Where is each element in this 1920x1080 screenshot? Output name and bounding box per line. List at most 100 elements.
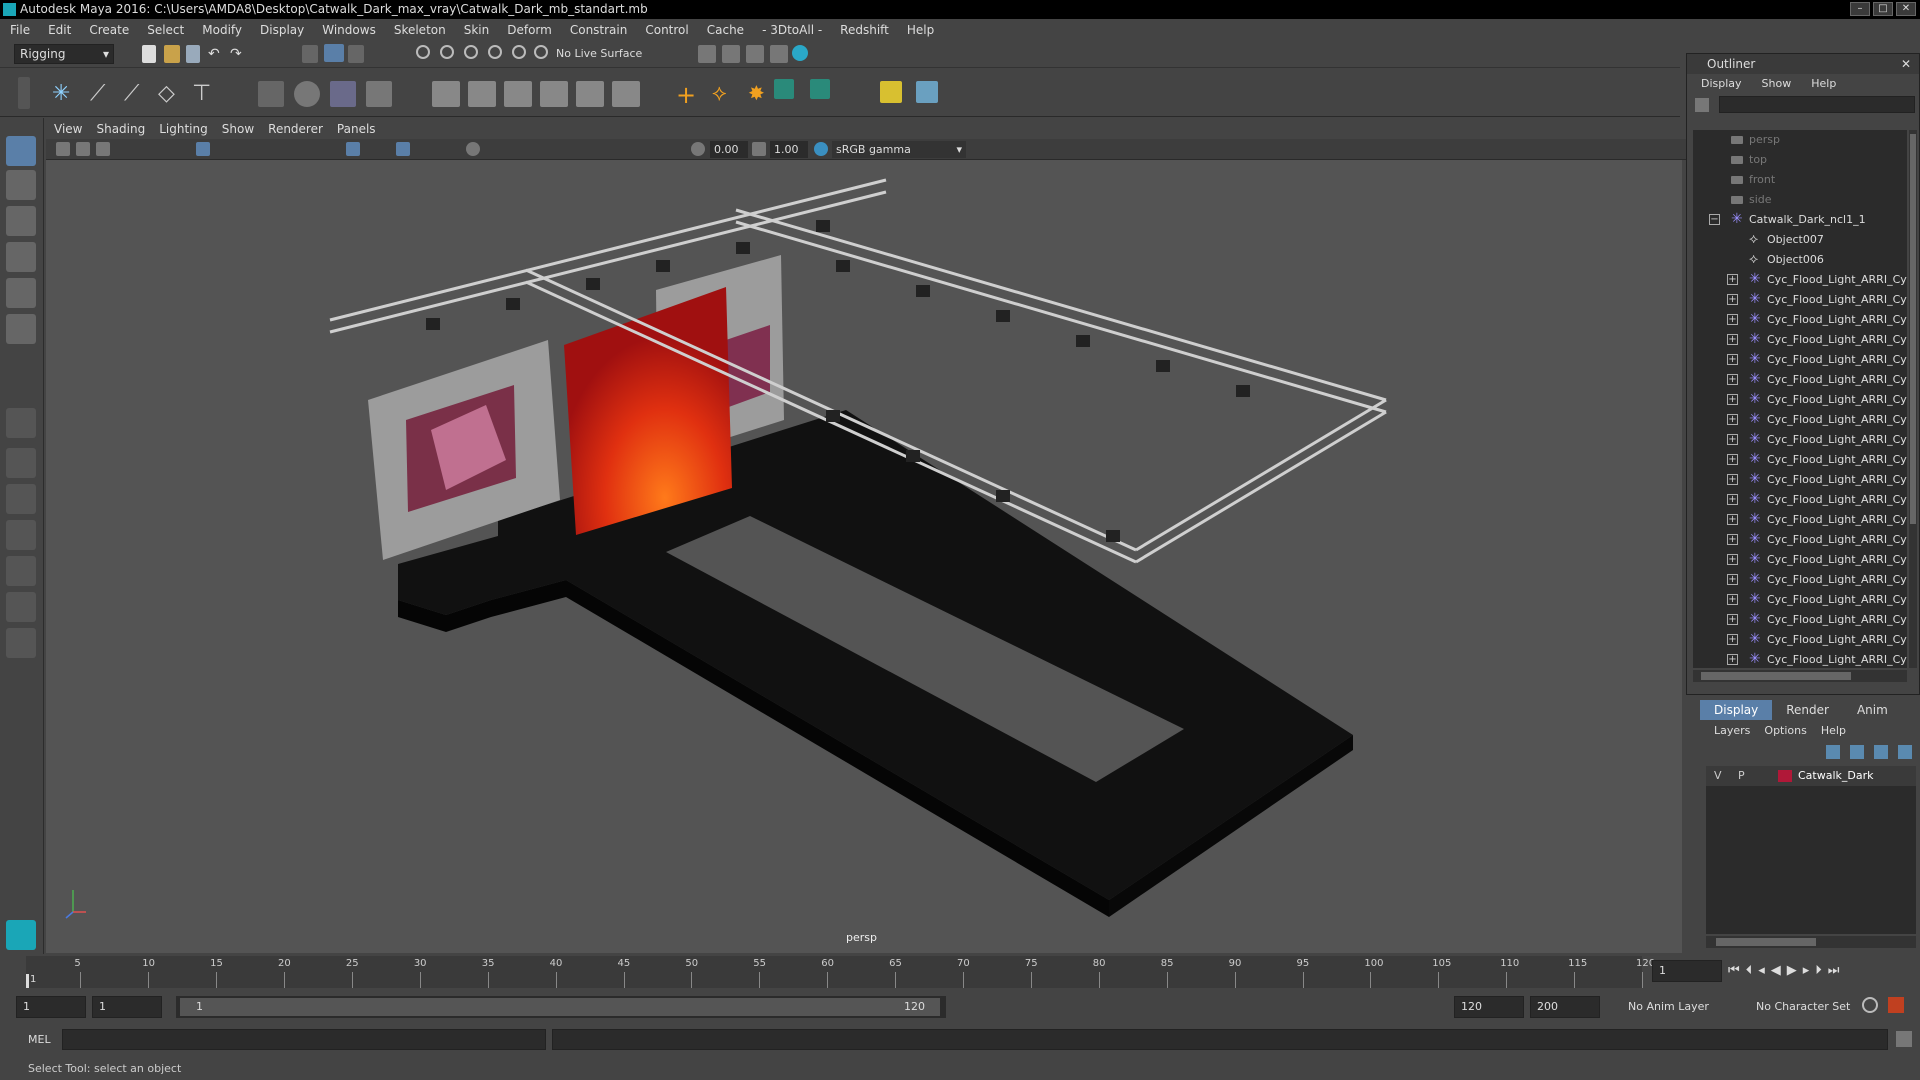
gamma-field[interactable]: 1.00 bbox=[770, 141, 808, 158]
step-forward-frame-icon[interactable]: ▸ bbox=[1803, 963, 1810, 978]
menu-redshift[interactable]: Redshift bbox=[840, 23, 889, 37]
bookmark-icon[interactable] bbox=[96, 142, 110, 156]
go-to-start-icon[interactable]: ⏮ bbox=[1728, 963, 1740, 978]
menu-deform[interactable]: Deform bbox=[507, 23, 552, 37]
outliner-menu-display[interactable]: Display bbox=[1701, 74, 1742, 94]
layer-tab-render[interactable]: Render bbox=[1772, 700, 1843, 720]
outliner-item-light[interactable]: + ✳ Cyc_Flood_Light_ARRI_Cy bbox=[1693, 310, 1907, 330]
layer-h-scrollbar[interactable] bbox=[1706, 936, 1916, 948]
outliner-item-light[interactable]: + ✳ Cyc_Flood_Light_ARRI_Cy bbox=[1693, 370, 1907, 390]
command-language-label[interactable]: MEL bbox=[28, 1033, 51, 1046]
layer-menu-help[interactable]: Help bbox=[1821, 720, 1846, 742]
panel-menu-shading[interactable]: Shading bbox=[96, 122, 145, 136]
outliner-item-light[interactable]: + ✳ Cyc_Flood_Light_ARRI_Cy bbox=[1693, 390, 1907, 410]
hypershade-layout-icon[interactable] bbox=[6, 556, 36, 586]
camera-attributes-icon[interactable] bbox=[76, 142, 90, 156]
outliner-menu-show[interactable]: Show bbox=[1762, 74, 1792, 94]
live-surface-label[interactable]: No Live Surface bbox=[556, 47, 642, 60]
component-editor-icon[interactable] bbox=[916, 81, 938, 103]
menu-select[interactable]: Select bbox=[147, 23, 184, 37]
undo-icon[interactable]: ↶ bbox=[208, 46, 224, 64]
color-management-icon[interactable] bbox=[814, 142, 828, 156]
outliner-item-top[interactable]: top bbox=[1693, 150, 1907, 170]
ik-handle-icon[interactable]: ⟋ bbox=[90, 81, 114, 106]
snap-surface-icon[interactable] bbox=[512, 45, 526, 59]
anim-layer-dropdown[interactable]: No Anim Layer bbox=[1628, 1000, 1709, 1013]
locator-icon[interactable]: + bbox=[676, 81, 702, 109]
maya-home-icon[interactable] bbox=[6, 920, 36, 950]
point-constraint-icon[interactable] bbox=[432, 81, 460, 107]
menu-help[interactable]: Help bbox=[907, 23, 934, 37]
menu-control[interactable]: Control bbox=[645, 23, 688, 37]
expand-icon[interactable]: + bbox=[1727, 574, 1738, 585]
outliner-layout-icon[interactable] bbox=[6, 592, 36, 622]
time-slider[interactable]: 1 5 10 15 20 25 30 35 40 45 50 55 60 65 70 75 80 85 90 95 1… bbox=[0, 954, 1920, 990]
outliner-filter-icon[interactable] bbox=[1695, 98, 1709, 112]
outliner-item-light[interactable]: + ✳ Cyc_Flood_Light_ARRI_Cy bbox=[1693, 610, 1907, 630]
collapse-icon[interactable]: − bbox=[1709, 214, 1720, 225]
persp-graph-layout-icon[interactable] bbox=[6, 520, 36, 550]
maximize-button[interactable]: □ bbox=[1873, 2, 1893, 16]
outliner-item-light[interactable]: + ✳ Cyc_Flood_Light_ARRI_Cy bbox=[1693, 270, 1907, 290]
select-component-icon[interactable] bbox=[348, 45, 364, 63]
shelf-tab-icon[interactable] bbox=[18, 77, 30, 109]
open-scene-icon[interactable] bbox=[164, 45, 180, 63]
layer-menu-layers[interactable]: Layers bbox=[1714, 720, 1750, 742]
layer-row[interactable]: V P Catwalk_Dark bbox=[1706, 766, 1916, 786]
move-tool-icon[interactable] bbox=[6, 242, 36, 272]
outliner-item-light[interactable]: + ✳ Cyc_Flood_Light_ARRI_Cy bbox=[1693, 650, 1907, 668]
gamma-icon[interactable] bbox=[752, 142, 766, 156]
custom-layout-icon[interactable] bbox=[6, 628, 36, 658]
redo-icon[interactable]: ↷ bbox=[230, 46, 246, 64]
exposure-field[interactable]: 0.00 bbox=[710, 141, 748, 158]
expand-icon[interactable]: + bbox=[1727, 434, 1738, 445]
hik-skeleton-icon[interactable]: ✸ bbox=[748, 81, 774, 107]
render-view-icon[interactable] bbox=[698, 45, 716, 63]
menu-create[interactable]: Create bbox=[89, 23, 129, 37]
outliner-search-input[interactable] bbox=[1719, 96, 1915, 113]
layer-color-swatch[interactable] bbox=[1778, 770, 1792, 782]
anim-prefs-icon[interactable] bbox=[1888, 997, 1904, 1013]
playback-end-field[interactable]: 120 bbox=[1454, 996, 1524, 1018]
outliner-item-side[interactable]: side bbox=[1693, 190, 1907, 210]
mirror-joint-icon[interactable]: ◇ bbox=[158, 81, 182, 106]
play-forward-icon[interactable]: ▶ bbox=[1787, 963, 1797, 978]
expand-icon[interactable]: + bbox=[1727, 374, 1738, 385]
rig-tool-2-icon[interactable] bbox=[810, 79, 830, 99]
expand-icon[interactable]: + bbox=[1727, 454, 1738, 465]
render-frame-icon[interactable] bbox=[722, 45, 740, 63]
expand-icon[interactable]: + bbox=[1727, 334, 1738, 345]
start-time-field[interactable]: 1 bbox=[16, 996, 86, 1018]
expand-icon[interactable]: + bbox=[1727, 414, 1738, 425]
rotate-tool-icon[interactable] bbox=[6, 278, 36, 308]
outliner-item-light[interactable]: + ✳ Cyc_Flood_Light_ARRI_Cy bbox=[1693, 510, 1907, 530]
lasso-tool-icon[interactable] bbox=[6, 170, 36, 200]
layer-visibility-toggle[interactable]: V bbox=[1714, 769, 1722, 782]
expand-icon[interactable]: + bbox=[1727, 494, 1738, 505]
step-forward-key-icon[interactable]: ⏵ bbox=[1815, 963, 1822, 978]
outliner-item-light[interactable]: + ✳ Cyc_Flood_Light_ARRI_Cy bbox=[1693, 410, 1907, 430]
outliner-item-light[interactable]: + ✳ Cyc_Flood_Light_ARRI_Cy bbox=[1693, 530, 1907, 550]
panel-menu-show[interactable]: Show bbox=[222, 122, 254, 136]
smooth-bind-icon[interactable] bbox=[294, 81, 320, 107]
snap-grid-icon[interactable] bbox=[416, 45, 430, 59]
move-layer-down-icon[interactable] bbox=[1850, 745, 1864, 759]
expand-icon[interactable]: + bbox=[1727, 654, 1738, 665]
menu-modify[interactable]: Modify bbox=[202, 23, 242, 37]
save-scene-icon[interactable] bbox=[186, 45, 200, 63]
outliner-item-front[interactable]: front bbox=[1693, 170, 1907, 190]
persp-outliner-layout-icon[interactable] bbox=[6, 484, 36, 514]
menu-cache[interactable]: Cache bbox=[707, 23, 744, 37]
scale-constraint-icon[interactable] bbox=[540, 81, 568, 107]
menu-3dtoall[interactable]: - 3DtoAll - bbox=[762, 23, 822, 37]
panel-menu-lighting[interactable]: Lighting bbox=[159, 122, 208, 136]
menu-skeleton[interactable]: Skeleton bbox=[394, 23, 446, 37]
viewport-persp[interactable]: persp bbox=[46, 160, 1682, 953]
wireframe-shaded-icon[interactable] bbox=[346, 142, 360, 156]
expand-icon[interactable]: + bbox=[1727, 474, 1738, 485]
outliner-item-light[interactable]: + ✳ Cyc_Flood_Light_ARRI_Cy bbox=[1693, 470, 1907, 490]
current-frame-field[interactable]: 1 bbox=[1652, 960, 1722, 982]
minimize-button[interactable]: – bbox=[1850, 2, 1870, 16]
outliner-item-light[interactable]: + ✳ Cyc_Flood_Light_ARRI_Cy bbox=[1693, 430, 1907, 450]
character-set-dropdown[interactable]: No Character Set bbox=[1756, 1000, 1850, 1013]
